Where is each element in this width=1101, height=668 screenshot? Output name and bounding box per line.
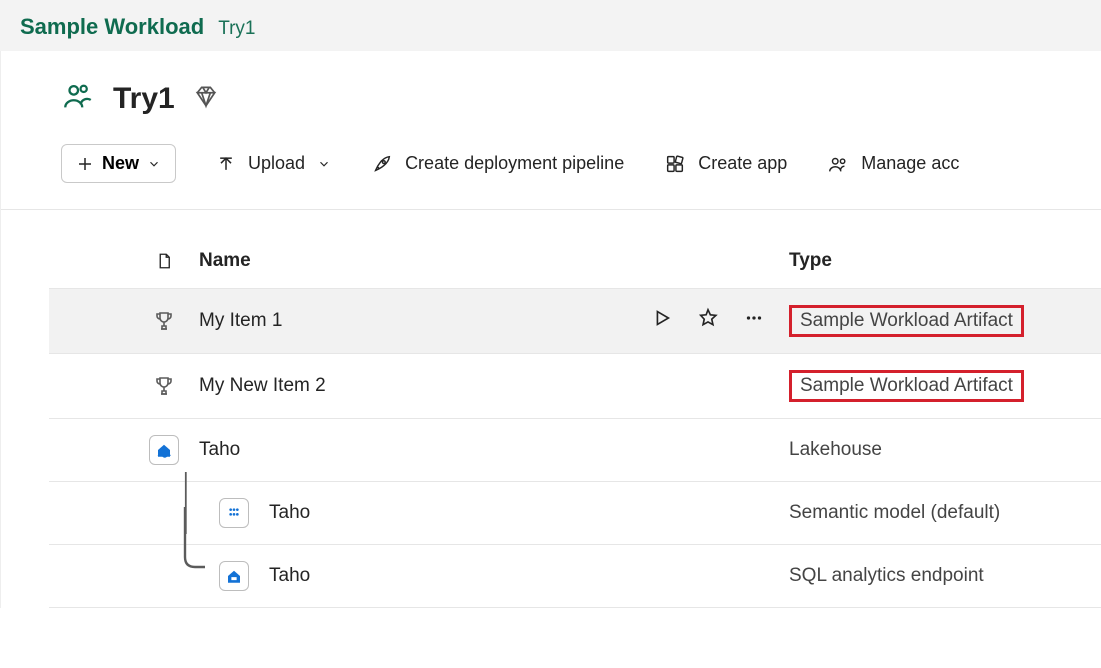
column-icon-header[interactable] (129, 250, 199, 272)
breadcrumb-root[interactable]: Sample Workload (20, 14, 204, 40)
table-row[interactable]: My New Item 2 Sample Workload Artifact (49, 354, 1101, 419)
table-row[interactable]: My Item 1 Sample Workload Artifact (49, 289, 1101, 354)
create-app-button[interactable]: Create app (664, 149, 787, 179)
semantic-model-icon (199, 498, 269, 528)
item-name[interactable]: Taho (199, 439, 240, 461)
diamond-icon[interactable] (193, 83, 219, 114)
item-type: SQL analytics endpoint (789, 565, 984, 586)
play-icon[interactable] (651, 307, 673, 335)
item-name[interactable]: My New Item 2 (199, 375, 326, 397)
more-icon[interactable] (743, 307, 765, 335)
upload-label: Upload (248, 153, 305, 174)
breadcrumb: Sample Workload Try1 (0, 0, 1101, 51)
people-icon (827, 153, 849, 175)
table-row[interactable]: Taho SQL analytics endpoint (49, 545, 1101, 608)
item-type: Sample Workload Artifact (789, 370, 1024, 402)
item-name[interactable]: Taho (269, 502, 310, 524)
sql-endpoint-icon (199, 561, 269, 591)
manage-access-label: Manage acc (861, 153, 959, 174)
chevron-down-icon (317, 157, 331, 171)
item-type: Sample Workload Artifact (789, 305, 1024, 337)
app-grid-icon (664, 153, 686, 175)
column-name-header[interactable]: Name (199, 250, 789, 272)
toolbar: New Upload Create deployment pipeline (1, 126, 1101, 210)
create-app-label: Create app (698, 153, 787, 174)
workspace-header: Try1 (1, 51, 1101, 126)
item-name[interactable]: My Item 1 (199, 310, 282, 332)
table-row[interactable]: Taho Lakehouse (49, 419, 1101, 482)
table-header-row: Name Type (49, 240, 1101, 289)
breadcrumb-current: Try1 (218, 18, 255, 40)
star-icon[interactable] (697, 307, 719, 335)
pipeline-label: Create deployment pipeline (405, 153, 624, 174)
chevron-down-icon (147, 157, 161, 171)
create-deployment-pipeline-button[interactable]: Create deployment pipeline (371, 149, 624, 179)
upload-icon (216, 154, 236, 174)
column-type-header[interactable]: Type (789, 250, 1101, 272)
plus-icon (76, 155, 94, 173)
item-name[interactable]: Taho (269, 565, 310, 587)
table-row[interactable]: Taho Semantic model (default) (49, 482, 1101, 545)
new-button[interactable]: New (61, 144, 176, 183)
workspace-icon (61, 79, 95, 118)
item-type: Lakehouse (789, 439, 882, 460)
rocket-icon (371, 153, 393, 175)
lakehouse-icon (129, 435, 199, 465)
item-type: Semantic model (default) (789, 502, 1000, 523)
trophy-icon (129, 309, 199, 333)
upload-button[interactable]: Upload (216, 149, 331, 178)
manage-access-button[interactable]: Manage acc (827, 149, 959, 179)
new-button-label: New (102, 153, 139, 174)
item-list: Name Type My Item 1 (1, 210, 1101, 608)
trophy-icon (129, 374, 199, 398)
workspace-title: Try1 (113, 82, 175, 116)
